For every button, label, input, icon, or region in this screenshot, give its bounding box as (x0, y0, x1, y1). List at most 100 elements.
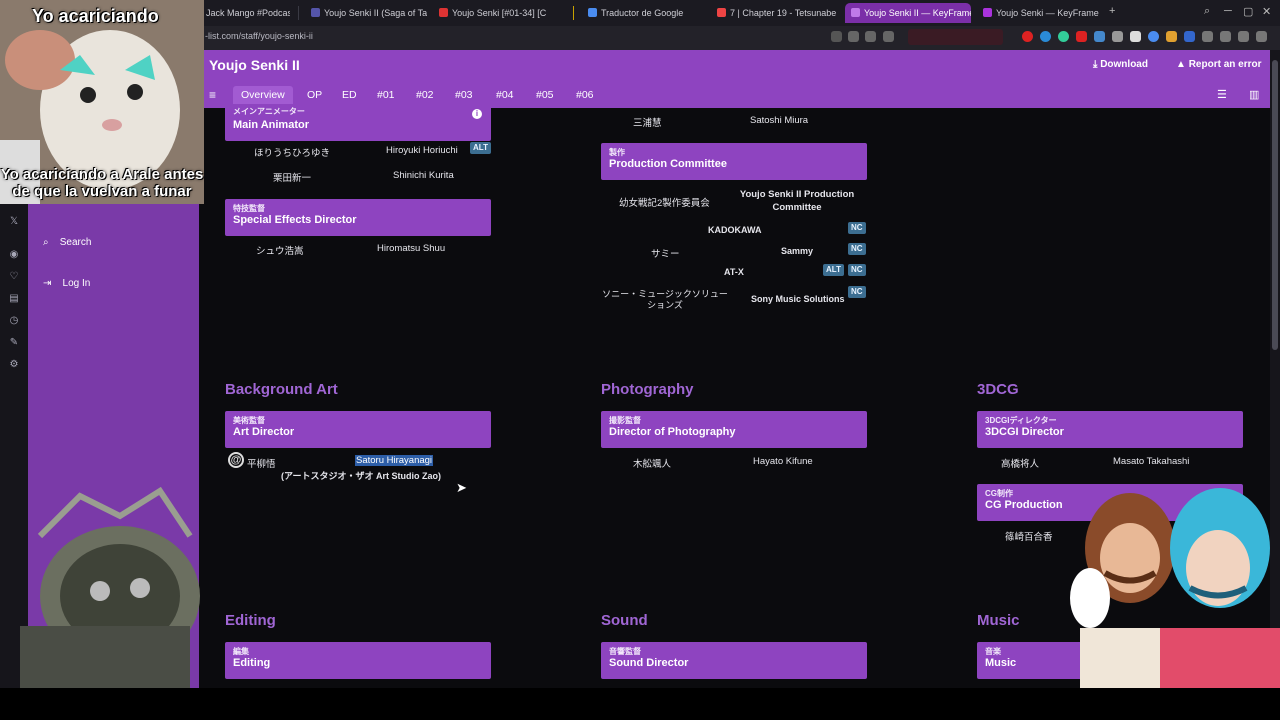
role-card-production-committee: 製作 Production Committee (601, 143, 867, 180)
extension-icon[interactable] (1076, 31, 1087, 42)
tab-episode-03[interactable]: #03 (447, 86, 481, 104)
tab-ed[interactable]: ED (334, 86, 365, 104)
chart-view-icon[interactable]: ▥ (1249, 88, 1259, 101)
new-tab-icon[interactable]: + (1109, 5, 1115, 17)
staff-name-jp[interactable]: ほりうちひろゆき (254, 145, 330, 159)
screenshot-icon[interactable] (831, 31, 842, 42)
staff-name-en[interactable]: Satoshi Miura (750, 115, 808, 126)
extension-icon[interactable] (1112, 31, 1123, 42)
settings-icon[interactable]: ⚙ (8, 359, 20, 371)
heart-icon[interactable]: ♡ (8, 271, 20, 283)
tab-favicon-icon (851, 8, 860, 17)
extension-icon[interactable] (1094, 31, 1105, 42)
browser-tab-active[interactable]: Youjo Senki II — KeyFrame (845, 3, 971, 23)
browser-tab[interactable]: Youjo Senki — KeyFrame S (977, 3, 1101, 23)
tab-label: Youjo Senki II — KeyFrame (864, 8, 971, 18)
list-view-icon[interactable]: ☰ (1217, 88, 1227, 101)
company-name[interactable]: KADOKAWA (708, 225, 762, 235)
notes-icon[interactable]: ▤ (8, 293, 20, 305)
staff-name-en[interactable]: Hayato Kifune (753, 456, 813, 467)
extensions-icon[interactable]: ✎ (8, 337, 20, 349)
tab-episode-02[interactable]: #02 (408, 86, 442, 104)
search-tabs-icon[interactable]: ⌕ (1204, 5, 1210, 18)
download-icon[interactable] (1238, 31, 1249, 42)
browser-tab[interactable]: Jack Mango #Podcast (200, 3, 290, 23)
staff-name-jp[interactable]: 平柳悟 (247, 456, 276, 470)
company-name-jp[interactable]: ソニー・ミュージックソリューションズ (601, 289, 729, 311)
sidebar-item-login[interactable]: ⇥ Log In (43, 278, 90, 289)
puzzle-icon[interactable] (1202, 31, 1213, 42)
company-name[interactable]: AT-X (724, 267, 744, 277)
staff-name-en[interactable]: Hiromatsu Shuu (377, 243, 445, 254)
menu-icon[interactable] (1256, 31, 1267, 42)
role-card-editing: 編集 Editing (225, 642, 491, 679)
staff-name-jp[interactable]: シュウ浩嵩 (256, 243, 304, 257)
history-icon[interactable]: ◷ (8, 315, 20, 327)
tab-episode-01[interactable]: #01 (369, 86, 403, 104)
profile-badge[interactable] (908, 29, 1003, 45)
extension-icon[interactable] (1184, 31, 1195, 42)
messenger-icon[interactable]: ◉ (8, 249, 20, 261)
company-name-en[interactable]: Sony Music Solutions (751, 294, 845, 304)
company-name-en[interactable]: Sammy (781, 246, 813, 256)
browser-tab[interactable]: Traductor de Google (582, 3, 708, 23)
minimize-icon[interactable]: ─ (1224, 5, 1232, 17)
role-en: Special Effects Director (233, 214, 357, 226)
info-icon[interactable]: i (472, 109, 482, 119)
tab-episode-06[interactable]: #06 (568, 86, 602, 104)
staff-name-en[interactable]: Shinichi Kurita (393, 170, 454, 181)
mouse-cursor-icon: ➤ (456, 480, 467, 495)
company-name-en[interactable]: Youjo Senki II Production Committee (738, 188, 856, 214)
close-icon[interactable]: ✕ (1262, 5, 1271, 18)
page-title[interactable]: Youjo Senki II (209, 57, 300, 73)
staff-name-en[interactable]: Hiroyuki Horiuchi (386, 145, 458, 156)
tab-episode-04[interactable]: #04 (488, 86, 522, 104)
tab-overview[interactable]: Overview (233, 86, 293, 104)
role-card-director-of-photography: 撮影監督 Director of Photography (601, 411, 867, 448)
staff-name-jp[interactable]: 木舩颯人 (633, 456, 671, 470)
sidebar-toggle-icon[interactable] (1220, 31, 1231, 42)
company-name-jp[interactable]: 幼女戦記2製作委員会 (619, 195, 710, 209)
staff-name-jp[interactable]: 栗田新一 (273, 170, 311, 184)
meme-caption-bottom: Yo acariciando a Arale antes de que la v… (0, 166, 204, 200)
staff-name-jp[interactable]: 三浦慧 (633, 115, 662, 129)
tab-episode-05[interactable]: #05 (528, 86, 562, 104)
role-jp: 特技監督 (233, 204, 265, 213)
translate-icon[interactable] (865, 31, 876, 42)
browser-tab[interactable]: 7 | Chapter 19 - Tetsunabe (711, 3, 837, 23)
role-en: Art Director (233, 426, 295, 438)
heart-icon[interactable] (883, 31, 894, 42)
download-button[interactable]: ⤓ Download (1093, 59, 1148, 70)
browser-tab[interactable]: Youjo Senki II (Saga of Tan (305, 3, 427, 23)
browser-tab[interactable]: Youjo Senki [#01-34] [C (433, 3, 559, 23)
extension-icon[interactable] (1040, 31, 1051, 42)
role-jp: 撮影監督 (609, 416, 641, 425)
x-icon[interactable]: 𝕏 (8, 216, 20, 228)
staff-name-en[interactable]: Masato Takahashi (1113, 456, 1189, 467)
section-title-sound: Sound (601, 612, 648, 629)
staff-name-en-selected[interactable]: Satoru Hirayanagi (355, 455, 434, 466)
hamburger-menu-icon[interactable]: ≡ (209, 88, 216, 102)
extension-icon[interactable] (1058, 31, 1069, 42)
login-icon: ⇥ (43, 278, 55, 289)
role-card-special-effects-director: 特技監督 Special Effects Director (225, 199, 491, 236)
tab-op[interactable]: OP (299, 86, 330, 104)
shield-icon[interactable] (848, 31, 859, 42)
extension-icon[interactable] (1130, 31, 1141, 42)
url-field[interactable]: -list.com/staff/youjo-senki-ii (205, 31, 313, 41)
extension-icon[interactable] (1022, 31, 1033, 42)
sidebar-item-search[interactable]: ⌕ Search (43, 237, 91, 248)
role-jp: 音楽 (985, 647, 1001, 656)
extension-icon[interactable] (1148, 31, 1159, 42)
at-sign-icon[interactable]: @ (228, 452, 244, 468)
alt-badge: ALT (470, 142, 491, 154)
company-name-jp[interactable]: サミー (651, 246, 680, 260)
staff-name-jp[interactable]: 篠崎百合香 (1005, 529, 1053, 543)
studio-name[interactable]: (アートスタジオ・ザオ Art Studio Zao) (281, 469, 441, 482)
scrollbar-thumb[interactable] (1272, 60, 1278, 350)
webcam-overlay-cat: Yo acariciando Yo acariciando a Arale an… (0, 0, 204, 204)
report-error-button[interactable]: ▲ Report an error (1176, 59, 1261, 70)
staff-name-jp[interactable]: 高橋将人 (1001, 456, 1039, 470)
extension-icon[interactable] (1166, 31, 1177, 42)
maximize-icon[interactable]: ▢ (1243, 5, 1253, 18)
